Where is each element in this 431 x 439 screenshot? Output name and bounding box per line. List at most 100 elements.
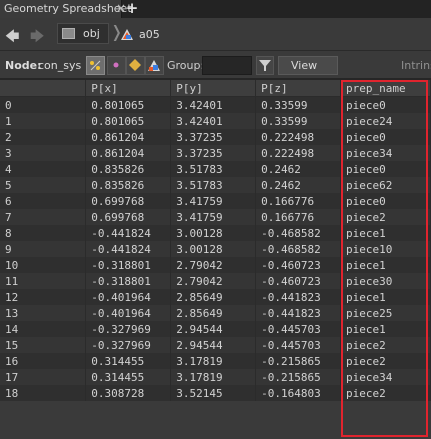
table-row[interactable]: 11 -0.318801 2.79042 -0.460723 piece30 bbox=[0, 273, 431, 289]
table-row[interactable]: 1 0.801065 3.42401 0.33599 piece24 bbox=[0, 113, 431, 129]
px-cell: 0.801065 bbox=[85, 113, 172, 129]
px-cell: 0.308728 bbox=[85, 385, 172, 401]
points-icon bbox=[90, 60, 101, 71]
filter-button[interactable] bbox=[256, 56, 274, 75]
vertices-mode-button[interactable] bbox=[107, 56, 126, 75]
table-row[interactable]: 14 -0.327969 2.94544 -0.445703 piece1 bbox=[0, 321, 431, 337]
column-header-prep-name[interactable]: prep_name bbox=[340, 80, 431, 97]
prep-name-cell: piece1 bbox=[340, 225, 431, 241]
table-row[interactable]: 16 0.314455 3.17819 -0.215865 piece2 bbox=[0, 353, 431, 369]
py-cell: 3.00128 bbox=[170, 225, 257, 241]
row-index-cell: 6 bbox=[0, 193, 87, 209]
py-cell: 3.51783 bbox=[170, 161, 257, 177]
pz-cell: -0.441823 bbox=[255, 305, 342, 321]
table-row[interactable]: 12 -0.401964 2.85649 -0.441823 piece1 bbox=[0, 289, 431, 305]
object-network-icon bbox=[62, 28, 75, 39]
prep-name-cell: piece34 bbox=[340, 145, 431, 161]
table-row[interactable]: 5 0.835826 3.51783 0.2462 piece62 bbox=[0, 177, 431, 193]
column-header-px[interactable]: P[x] bbox=[85, 80, 172, 97]
geometry-node-icon bbox=[121, 29, 133, 40]
table-row[interactable]: 15 -0.327969 2.94544 -0.445703 piece2 bbox=[0, 337, 431, 353]
table-row[interactable]: 3 0.861204 3.37235 0.222498 piece34 bbox=[0, 145, 431, 161]
prep-name-cell: piece2 bbox=[340, 385, 431, 401]
px-cell: 0.699768 bbox=[85, 193, 172, 209]
px-cell: -0.401964 bbox=[85, 289, 172, 305]
prep-name-cell: piece0 bbox=[340, 161, 431, 177]
px-cell: -0.327969 bbox=[85, 321, 172, 337]
vertex-icon bbox=[113, 62, 119, 68]
table-row[interactable]: 4 0.835826 3.51783 0.2462 piece0 bbox=[0, 161, 431, 177]
prep-name-cell: piece2 bbox=[340, 209, 431, 225]
prep-name-cell: piece24 bbox=[340, 113, 431, 129]
table-row[interactable]: 10 -0.318801 2.79042 -0.460723 piece1 bbox=[0, 257, 431, 273]
pz-cell: -0.460723 bbox=[255, 273, 342, 289]
px-cell: -0.318801 bbox=[85, 273, 172, 289]
points-mode-button[interactable] bbox=[86, 56, 105, 75]
spreadsheet-table-area[interactable]: P[x] P[y] P[z] prep_name 0 0.801065 3.4240… bbox=[0, 80, 431, 439]
table-body: 0 0.801065 3.42401 0.33599 piece0 1 0.801065 3.… bbox=[0, 96, 431, 401]
breadcrumb-obj[interactable]: obj bbox=[57, 23, 109, 44]
row-index-cell: 14 bbox=[0, 321, 87, 337]
py-cell: 3.42401 bbox=[170, 96, 257, 113]
column-header-index[interactable] bbox=[0, 80, 87, 97]
table-row[interactable]: 2 0.861204 3.37235 0.222498 piece0 bbox=[0, 129, 431, 145]
px-cell: -0.327969 bbox=[85, 337, 172, 353]
detail-icon bbox=[148, 60, 160, 71]
pz-cell: 0.2462 bbox=[255, 177, 342, 193]
row-index-cell: 8 bbox=[0, 225, 87, 241]
view-menu-button[interactable]: View bbox=[278, 56, 338, 75]
table-row[interactable]: 17 0.314455 3.17819 -0.215865 piece34 bbox=[0, 369, 431, 385]
prep-name-cell: piece0 bbox=[340, 129, 431, 145]
pz-cell: 0.222498 bbox=[255, 129, 342, 145]
px-cell: -0.318801 bbox=[85, 257, 172, 273]
group-label: Group: bbox=[167, 59, 205, 72]
pz-cell: 0.166776 bbox=[255, 193, 342, 209]
column-header-py[interactable]: P[y] bbox=[170, 80, 257, 97]
prep-name-cell: piece34 bbox=[340, 369, 431, 385]
table-row[interactable]: 18 0.308728 3.52145 -0.164803 piece2 bbox=[0, 385, 431, 401]
table-row[interactable]: 13 -0.401964 2.85649 -0.441823 piece25 bbox=[0, 305, 431, 321]
node-path[interactable]: con_sys bbox=[38, 59, 81, 72]
pz-cell: -0.460723 bbox=[255, 257, 342, 273]
row-index-cell: 2 bbox=[0, 129, 87, 145]
py-cell: 2.79042 bbox=[170, 257, 257, 273]
geometry-spreadsheet-table: P[x] P[y] P[z] prep_name 0 0.801065 3.4240… bbox=[0, 80, 431, 401]
intrinsic-toggle[interactable]: Intrins bbox=[401, 59, 431, 72]
pz-cell: -0.215865 bbox=[255, 353, 342, 369]
row-index-cell: 17 bbox=[0, 369, 87, 385]
prep-name-cell: piece0 bbox=[340, 193, 431, 209]
table-row[interactable]: 7 0.699768 3.41759 0.166776 piece2 bbox=[0, 209, 431, 225]
column-header-pz[interactable]: P[z] bbox=[255, 80, 342, 97]
tab-geometry-spreadsheet[interactable]: Geometry Spreadsheet × bbox=[0, 0, 132, 18]
table-row[interactable]: 9 -0.441824 3.00128 -0.468582 piece10 bbox=[0, 241, 431, 257]
primitives-mode-button[interactable] bbox=[126, 56, 145, 75]
tab-bar: Geometry Spreadsheet × + bbox=[0, 0, 431, 18]
prep-name-cell: piece62 bbox=[340, 177, 431, 193]
px-cell: 0.835826 bbox=[85, 177, 172, 193]
row-index-cell: 7 bbox=[0, 209, 87, 225]
table-row[interactable]: 6 0.699768 3.41759 0.166776 piece0 bbox=[0, 193, 431, 209]
py-cell: 3.52145 bbox=[170, 385, 257, 401]
row-index-cell: 15 bbox=[0, 337, 87, 353]
pz-cell: -0.445703 bbox=[255, 337, 342, 353]
py-cell: 3.41759 bbox=[170, 193, 257, 209]
py-cell: 3.42401 bbox=[170, 113, 257, 129]
tab-title: Geometry Spreadsheet bbox=[4, 2, 132, 15]
detail-mode-button[interactable] bbox=[145, 56, 164, 75]
row-index-cell: 4 bbox=[0, 161, 87, 177]
group-field[interactable] bbox=[202, 56, 252, 75]
back-arrow-icon[interactable]: 🡄 bbox=[5, 26, 19, 50]
row-index-cell: 5 bbox=[0, 177, 87, 193]
row-index-cell: 10 bbox=[0, 257, 87, 273]
breadcrumb-a05[interactable]: a05 bbox=[139, 28, 160, 41]
table-row[interactable]: 8 -0.441824 3.00128 -0.468582 piece1 bbox=[0, 225, 431, 241]
px-cell: -0.441824 bbox=[85, 225, 172, 241]
forward-arrow-icon[interactable]: 🡆 bbox=[30, 26, 44, 50]
prep-name-cell: piece0 bbox=[340, 96, 431, 113]
table-row[interactable]: 0 0.801065 3.42401 0.33599 piece0 bbox=[0, 96, 431, 113]
prep-name-cell: piece25 bbox=[340, 305, 431, 321]
add-tab-icon[interactable]: + bbox=[123, 0, 141, 17]
row-index-cell: 0 bbox=[0, 96, 87, 113]
py-cell: 3.41759 bbox=[170, 209, 257, 225]
pz-cell: -0.468582 bbox=[255, 241, 342, 257]
